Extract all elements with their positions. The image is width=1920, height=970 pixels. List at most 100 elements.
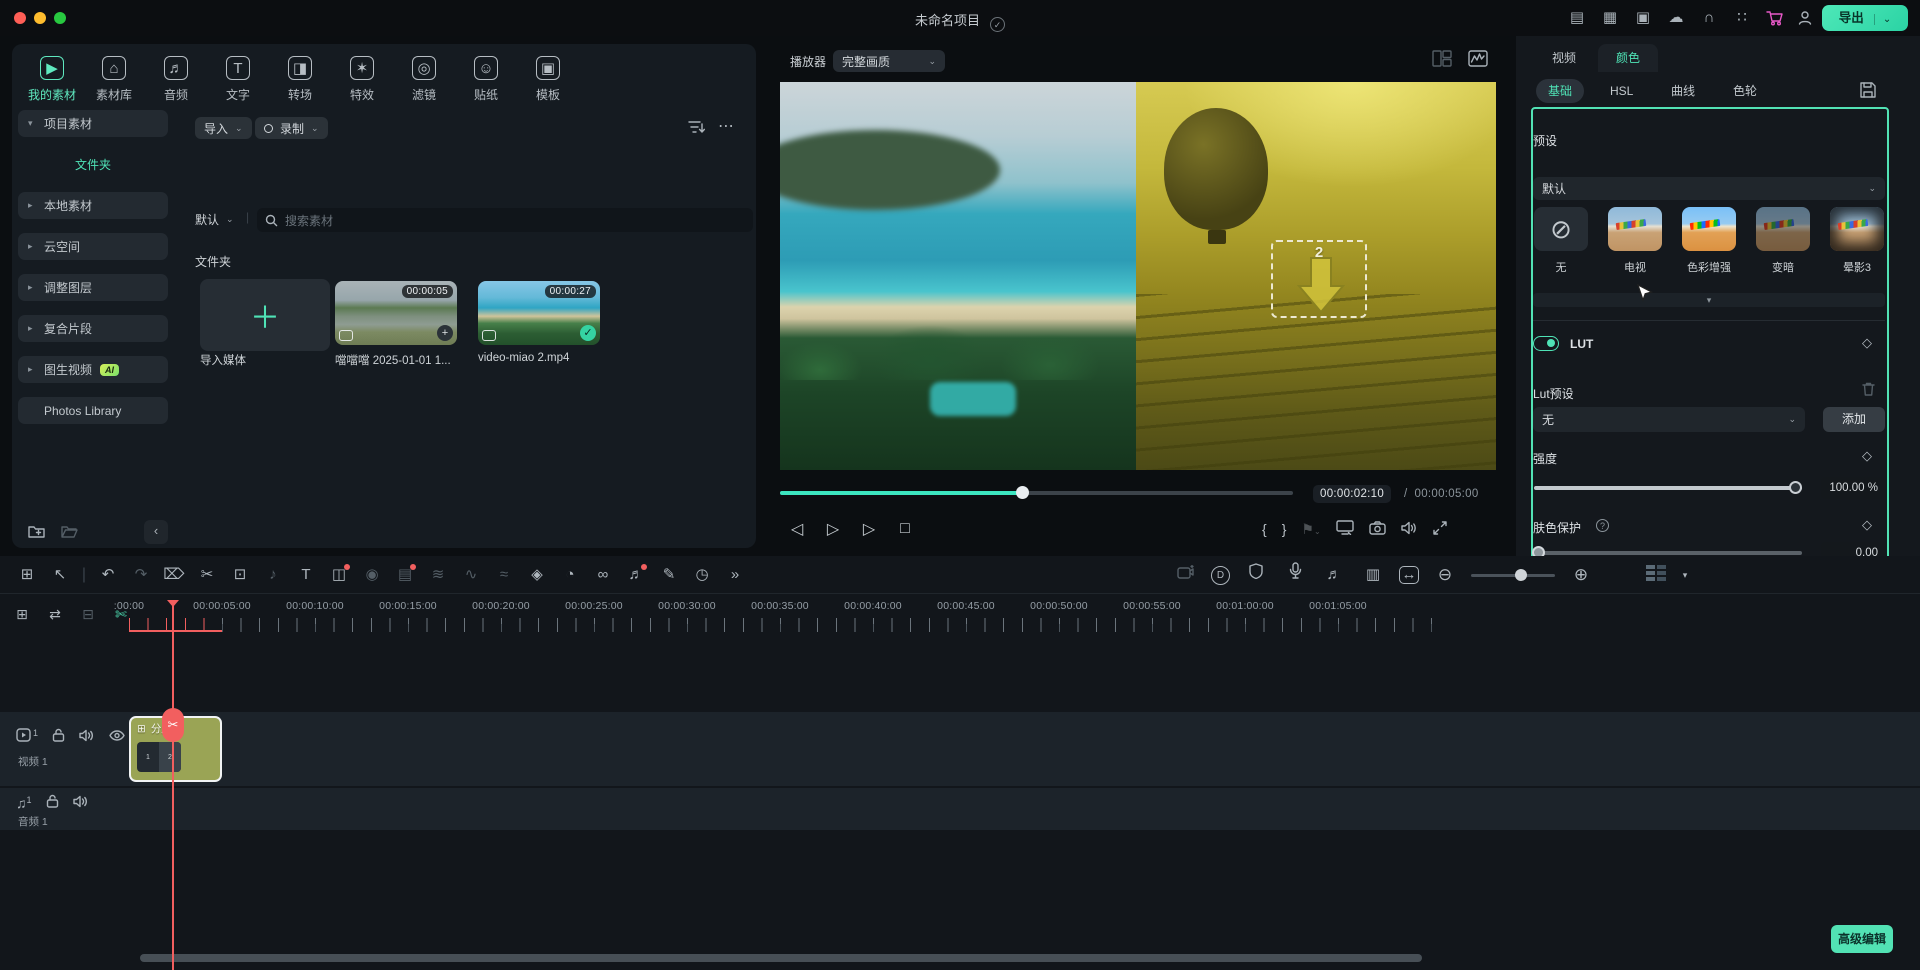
strength-slider-handle[interactable] (1789, 481, 1802, 494)
lock-track-icon[interactable] (52, 728, 65, 745)
preset-darken[interactable]: 变暗 (1755, 207, 1811, 275)
support-headset-icon[interactable]: ∩ (1698, 8, 1720, 28)
import-button[interactable]: 导入⌄ (195, 117, 252, 139)
tab-video[interactable]: 视频 (1534, 44, 1594, 72)
select-tool-icon[interactable]: ↖ (47, 562, 73, 588)
subtab-color-wheels[interactable]: 色轮 (1721, 79, 1769, 103)
fit-timeline-icon[interactable]: ↔ (1399, 566, 1419, 584)
ai-audio-icon[interactable]: ♬ (623, 562, 649, 588)
collapse-sidebar-button[interactable]: ‹ (144, 520, 168, 544)
tab-filters[interactable]: ◎ 滤镜 (400, 56, 448, 103)
screen-record-icon[interactable]: ◉ (359, 562, 385, 588)
tab-templates[interactable]: ▣ 模板 (524, 56, 572, 103)
tab-effects[interactable]: ✶ 特效 (338, 56, 386, 103)
snapshot-camera-icon[interactable] (1369, 521, 1386, 538)
delete-icon[interactable]: ⌦ (161, 562, 187, 588)
sidebar-item-adjustment-layer[interactable]: ▸ 调整图层 (18, 274, 168, 301)
preset-vignette-3[interactable]: 晕影3 (1829, 207, 1885, 275)
sidebar-item-project-media[interactable]: ▾ 项目素材 (18, 110, 168, 137)
playhead-handle[interactable] (167, 600, 179, 607)
more-options-icon[interactable]: ⋯ (718, 116, 734, 136)
skin-protect-slider[interactable] (1534, 551, 1802, 555)
media-filter-dropdown[interactable]: 默认⌄ (195, 208, 243, 230)
sidebar-item-folder[interactable]: 文件夹 (18, 151, 168, 178)
sidebar-item-compound-clip[interactable]: ▸ 复合片段 (18, 315, 168, 342)
lut-preset-dropdown[interactable]: 无⌄ (1533, 407, 1805, 432)
boundary-shield-icon[interactable] (1243, 562, 1269, 588)
workspace-layout-icon[interactable]: ▦ (1599, 8, 1621, 28)
ai-text-icon[interactable]: ▤ (392, 562, 418, 588)
color-match-icon[interactable]: ∞ (590, 562, 616, 588)
record-button[interactable]: 录制⌄ (255, 117, 328, 139)
advanced-edit-button[interactable]: 高级编辑 (1831, 925, 1893, 953)
speed-icon[interactable]: ◔ (557, 562, 583, 588)
subtab-hsl[interactable]: HSL (1598, 79, 1645, 103)
skin-protect-keyframe-icon[interactable]: ◇ (1862, 517, 1872, 533)
sidebar-item-image-to-video[interactable]: ▸ 图生视频 AI (18, 356, 168, 383)
video-scopes-icon[interactable] (1468, 50, 1488, 70)
account-icon[interactable] (1794, 8, 1816, 28)
timeline-ruler[interactable]: :00:00 00:00:05:00 00:00:10:00 00:00:15:… (125, 600, 1555, 632)
keyframe-icon[interactable]: ◈ (524, 562, 550, 588)
media-clip-thumbnail[interactable]: 00:00:27 ✓ (478, 281, 600, 345)
lut-keyframe-icon[interactable]: ◇ (1862, 335, 1872, 351)
mute-track-icon[interactable] (79, 729, 95, 745)
previous-frame-button[interactable]: ◁ (786, 519, 808, 539)
subtab-basic[interactable]: 基础 (1536, 79, 1584, 103)
expand-presets-button[interactable]: ▾ (1533, 293, 1885, 307)
new-folder-icon[interactable] (28, 524, 45, 539)
sidebar-item-cloud-space[interactable]: ▸ 云空间 (18, 233, 168, 260)
multi-view-icon[interactable] (1432, 50, 1452, 70)
open-folder-icon[interactable] (61, 524, 78, 539)
media-clip-thumbnail[interactable]: 00:00:05 + (335, 281, 457, 345)
export-button[interactable]: 导出⌄ (1822, 5, 1908, 31)
redo-icon[interactable]: ↷ (128, 562, 154, 588)
strength-keyframe-icon[interactable]: ◇ (1862, 448, 1872, 464)
playhead-split-button[interactable]: ✂ (162, 708, 184, 742)
tab-transitions[interactable]: ◨ 转场 (276, 56, 324, 103)
tab-text[interactable]: T 文字 (214, 56, 262, 103)
seek-handle[interactable] (1016, 486, 1029, 499)
render-preview-icon[interactable]: D (1211, 566, 1230, 585)
crop-icon[interactable]: ⊡ (227, 562, 253, 588)
more-tools-icon[interactable]: » (722, 562, 748, 588)
tab-color[interactable]: 颜色 (1598, 44, 1658, 72)
undo-icon[interactable]: ↶ (95, 562, 121, 588)
import-media-tile[interactable]: ＋ (200, 279, 330, 351)
text-to-speech-icon[interactable]: ∿ (458, 562, 484, 588)
subtab-curves[interactable]: 曲线 (1659, 79, 1707, 103)
preset-none[interactable]: ⊘ 无 (1533, 207, 1589, 275)
strength-slider[interactable] (1534, 486, 1802, 490)
seek-bar[interactable] (780, 491, 1293, 495)
help-icon[interactable]: ? (1596, 519, 1609, 532)
zoom-out-icon[interactable]: ⊖ (1432, 562, 1458, 588)
mark-in-button[interactable]: { (1262, 521, 1267, 537)
playhead[interactable]: ✂ (172, 600, 174, 970)
speech-to-text-icon[interactable]: ≈ (491, 562, 517, 588)
timeline-snapshot-icon[interactable] (1172, 562, 1198, 588)
play-button[interactable]: ▷ (858, 519, 880, 539)
render-bar-icon[interactable]: ▥ (1360, 562, 1386, 588)
voiceover-mic-icon[interactable] (1282, 562, 1308, 588)
timeline-zoom-handle[interactable] (1515, 569, 1527, 581)
playback-quality-dropdown[interactable]: 完整画质⌄ (833, 50, 945, 72)
track-manager-caret-icon[interactable]: ▾ (1679, 562, 1691, 588)
link-clips-icon[interactable]: ⇄ (45, 604, 65, 624)
split-screen-selection-box[interactable]: 2 (1271, 240, 1367, 318)
timeline-horizontal-scrollbar[interactable] (140, 954, 1422, 962)
video-preview-canvas[interactable]: 2 (780, 82, 1496, 470)
hide-track-icon[interactable] (109, 730, 125, 744)
fullscreen-icon[interactable] (1433, 521, 1447, 538)
strength-value[interactable]: 100.00 % (1821, 477, 1885, 499)
next-frame-button[interactable]: ▷ (822, 519, 844, 539)
mute-speaker-icon[interactable] (1401, 521, 1418, 538)
insert-to-track-icon[interactable]: ⊞ (12, 604, 32, 624)
audio-mixer-icon[interactable]: ♬ (1321, 562, 1347, 588)
detach-audio-icon[interactable]: ♪ (260, 562, 286, 588)
adjust-edit-icon[interactable]: ✎ (656, 562, 682, 588)
mark-out-button[interactable]: } (1282, 521, 1287, 537)
mirror-display-icon[interactable] (1336, 520, 1354, 538)
preset-category-dropdown[interactable]: 默认⌄ (1533, 177, 1885, 200)
sidebar-item-local-media[interactable]: ▸ 本地素材 (18, 192, 168, 219)
zoom-in-icon[interactable]: ⊕ (1568, 562, 1594, 588)
